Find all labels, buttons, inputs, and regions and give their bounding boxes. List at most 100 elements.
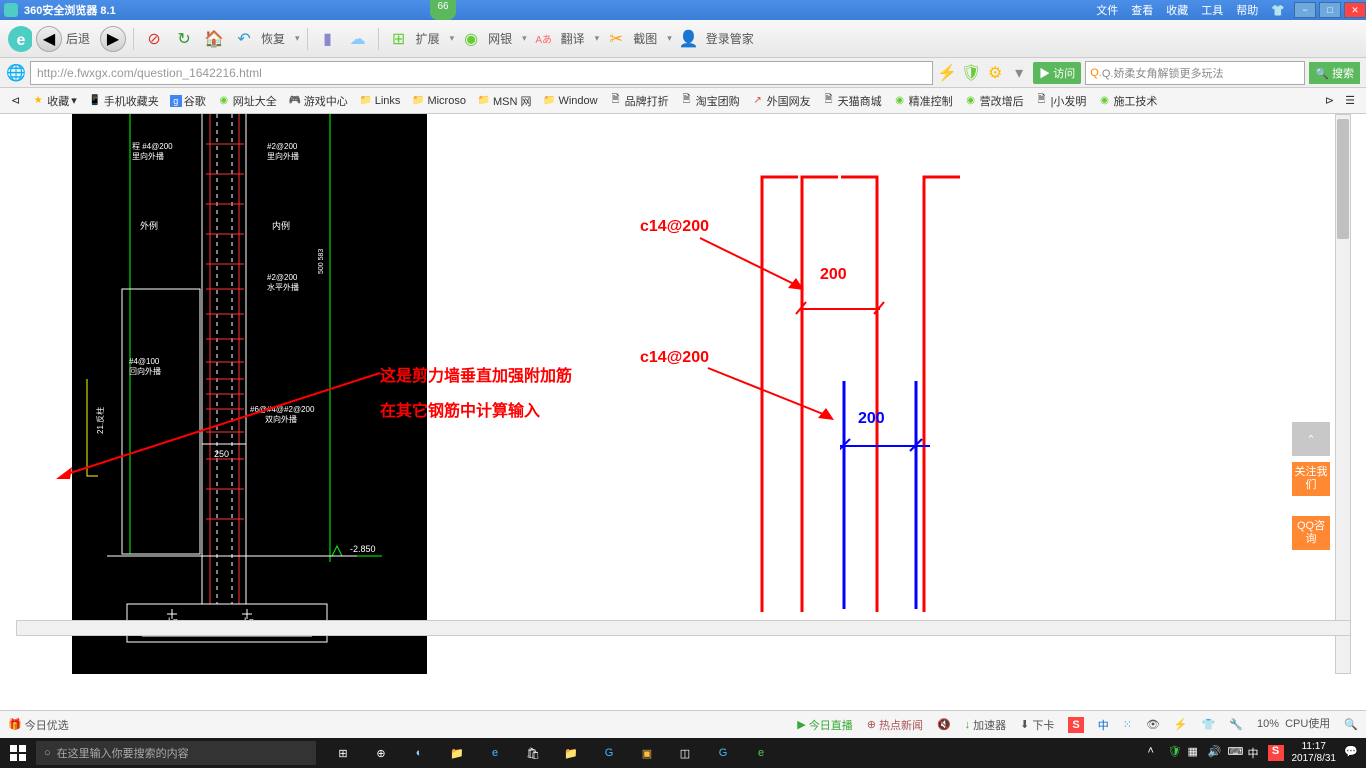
tray-bolt[interactable]: ⚡ (1174, 718, 1188, 731)
app-icon[interactable]: ▣ (628, 738, 666, 768)
bank-icon[interactable]: ◉ (458, 26, 484, 52)
bank-label[interactable]: 网银 (488, 30, 512, 47)
extend-label[interactable]: 扩展 (416, 30, 440, 47)
login-icon[interactable]: 👤 (676, 26, 702, 52)
tray-tool[interactable]: 🔧 (1229, 718, 1243, 731)
zoom-icon[interactable]: 🔍 (1344, 718, 1358, 731)
menu-help[interactable]: 帮助 (1230, 0, 1264, 20)
start-button[interactable] (0, 738, 36, 768)
app-icon[interactable]: ⊕ (362, 738, 400, 768)
shield-icon[interactable]: 🛡 (961, 63, 981, 83)
dropdown-icon[interactable]: ▾ (1009, 63, 1029, 83)
visit-button[interactable]: ▶ 访问 (1033, 62, 1081, 84)
qq-consult-button[interactable]: QQ咨询 (1292, 516, 1330, 550)
screenshot-label[interactable]: 截图 (633, 30, 657, 47)
app-icon[interactable]: 📁 (552, 738, 590, 768)
ime-badge[interactable]: S (1068, 717, 1083, 733)
home-icon[interactable]: 🏠 (201, 26, 227, 52)
bookmark-item[interactable]: ◉施工技术 (1092, 91, 1162, 111)
cpu-usage[interactable]: 10%CPU使用 (1257, 719, 1330, 730)
app-icon[interactable]: G (704, 738, 742, 768)
hot-news[interactable]: ⊕热点新闻 (867, 717, 923, 733)
bookmark-item[interactable]: ↗外国网友 (746, 91, 816, 111)
tray-ime-icon[interactable]: 中 (1248, 745, 1264, 761)
menu-view[interactable]: 查看 (1125, 0, 1159, 20)
login-label[interactable]: 登录管家 (706, 30, 754, 47)
bookmark-item[interactable]: ◉精准控制 (888, 91, 958, 111)
url-input[interactable]: http://e.fwxgx.com/question_1642216.html (30, 61, 933, 85)
bookmark-more[interactable]: ☰ (1340, 92, 1360, 109)
scrollbar-thumb[interactable] (1337, 119, 1349, 239)
bookmark-item[interactable]: 🗎天猫商城 (817, 91, 887, 111)
stop-icon[interactable]: ⊘ (141, 26, 167, 52)
restore-icon[interactable]: ↶ (231, 26, 257, 52)
tray-eye[interactable]: 👁 (1146, 718, 1160, 731)
app-icon[interactable]: ◐ (400, 738, 438, 768)
bookmark-item[interactable]: 🎮游戏中心 (283, 91, 353, 111)
browser-icon[interactable]: e (742, 738, 780, 768)
tray-dots[interactable]: ⁙ (1123, 718, 1132, 731)
edge-icon[interactable]: e (476, 738, 514, 768)
app-icon[interactable]: ◫ (666, 738, 704, 768)
score-badge[interactable]: 66 (430, 0, 456, 20)
notifications-icon[interactable]: 💬 (1344, 745, 1360, 761)
translate-icon[interactable]: Aあ (531, 26, 557, 52)
bookmark-item[interactable]: 📁Window (537, 92, 602, 110)
screenshot-icon[interactable]: ✂ (603, 26, 629, 52)
menu-fav[interactable]: 收藏 (1160, 0, 1194, 20)
download[interactable]: ⬇下卡 (1020, 717, 1054, 733)
bookmark-nav-right[interactable]: ⊳ (1320, 92, 1339, 109)
bookmark-item[interactable]: 🗎淘宝团购 (675, 91, 745, 111)
live-today[interactable]: ▶今日直播 (797, 717, 852, 733)
scroll-top-button[interactable]: ⌃ (1292, 422, 1330, 456)
muted-icon[interactable]: 🔇 (937, 718, 951, 731)
today-featured[interactable]: 🎁今日优选 (8, 717, 69, 733)
ime-cn[interactable]: 中 (1098, 717, 1109, 733)
tray-shirt[interactable]: 👕 (1202, 718, 1216, 731)
vertical-scrollbar[interactable] (1335, 114, 1351, 674)
bookmark-item[interactable]: ◉营改增后 (959, 91, 1029, 111)
tray-net-icon[interactable]: ▦ (1188, 745, 1204, 761)
browser-search-button[interactable]: 🔍 搜索 (1309, 62, 1360, 84)
follow-us-button[interactable]: 关注我们 (1292, 462, 1330, 496)
menu-tools[interactable]: 工具 (1195, 0, 1229, 20)
menu-file[interactable]: 文件 (1090, 0, 1124, 20)
bookmark-item[interactable]: 📁Links (354, 92, 406, 110)
browser-search-input[interactable]: Q.Q.娇柔女角解锁更多玩法 (1085, 61, 1305, 85)
tray-vol-icon[interactable]: 🔊 (1208, 745, 1224, 761)
phone-icon[interactable]: ▮ (315, 26, 341, 52)
back-button[interactable]: ◀ (36, 26, 62, 52)
tray-kb-icon[interactable]: ⌨ (1228, 745, 1244, 761)
windows-search-input[interactable]: ○在这里输入你要搜索的内容 (36, 741, 316, 765)
bookmark-item[interactable]: 📱手机收藏夹 (83, 91, 164, 111)
tray-up-icon[interactable]: ˄ (1148, 745, 1164, 761)
clock[interactable]: 11:172017/8/31 (1288, 741, 1341, 765)
bookmark-item[interactable]: ◉网址大全 (212, 91, 282, 111)
app-icon[interactable]: G (590, 738, 628, 768)
bookmark-item[interactable]: 🗎品牌打折 (604, 91, 674, 111)
refresh-icon[interactable]: ↻ (171, 26, 197, 52)
lightning-icon[interactable]: ⚡ (937, 63, 957, 83)
bookmark-item[interactable]: 📁MSN 网 (472, 91, 537, 111)
bookmark-item[interactable]: 🗎|小发明 (1030, 91, 1092, 111)
favorites-button[interactable]: ★收藏 ▾ (26, 91, 82, 111)
tray-s-icon[interactable]: S (1268, 745, 1284, 761)
bookmark-nav-left[interactable]: ⊲ (6, 92, 25, 109)
explorer-icon[interactable]: 📁 (438, 738, 476, 768)
translate-label[interactable]: 翻译 (561, 30, 585, 47)
store-icon[interactable]: 🛍 (514, 738, 552, 768)
star-icon[interactable]: ⚙ (985, 63, 1005, 83)
tray-shield-icon[interactable]: 🛡 (1168, 745, 1184, 761)
bookmark-item[interactable]: g谷歌 (165, 91, 211, 111)
extend-icon[interactable]: ⊞ (386, 26, 412, 52)
globe-icon[interactable]: 🌐 (6, 63, 26, 83)
bookmark-item[interactable]: 📁Microso (406, 92, 471, 110)
shirt-icon[interactable]: 👕 (1265, 2, 1291, 19)
horizontal-scrollbar[interactable] (16, 620, 1351, 636)
close-button[interactable]: ✕ (1344, 2, 1366, 18)
browser-logo-icon[interactable]: e (6, 26, 32, 52)
accelerator[interactable]: ↓加速器 (965, 717, 1007, 733)
forward-button[interactable]: ▶ (100, 26, 126, 52)
cloud-icon[interactable]: ☁ (345, 26, 371, 52)
minimize-button[interactable]: − (1294, 2, 1316, 18)
